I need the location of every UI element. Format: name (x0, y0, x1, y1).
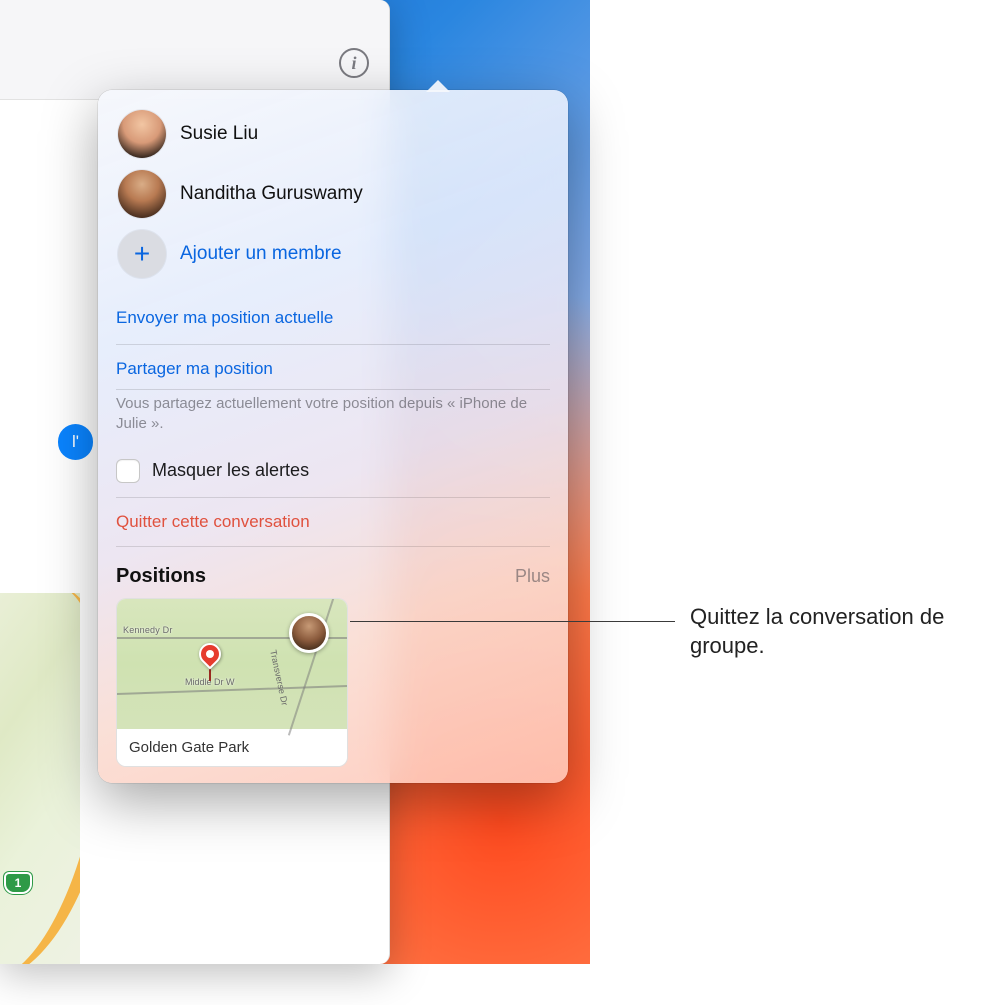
add-member-button[interactable]: + Ajouter un membre (98, 224, 568, 284)
member-row[interactable]: Susie Liu (98, 104, 568, 164)
map-road-label: Transverse Dr (269, 649, 291, 707)
background-map (0, 593, 80, 964)
avatar (118, 170, 166, 218)
callout-text: Quittez la conversation de groupe. (690, 603, 1000, 660)
leave-conversation-button[interactable]: Quitter cette conversation (98, 498, 568, 542)
location-caption: Golden Gate Park (117, 729, 347, 766)
outgoing-message-bubble: l' (58, 424, 93, 460)
positions-title: Positions (116, 565, 206, 588)
add-member-label: Ajouter un membre (180, 243, 342, 265)
info-icon: i (351, 53, 356, 74)
avatar (118, 110, 166, 158)
location-avatar (289, 613, 329, 653)
map-road (0, 593, 80, 964)
map-road-label: Kennedy Dr (123, 625, 173, 635)
member-name: Nanditha Guruswamy (180, 183, 363, 205)
mini-map: Kennedy Dr Middle Dr W Transverse Dr (117, 599, 347, 729)
window-toolbar: i (0, 0, 389, 100)
map-pin-icon (194, 638, 225, 669)
positions-more-button[interactable]: Plus (515, 566, 550, 587)
member-row[interactable]: Nanditha Guruswamy (98, 164, 568, 224)
send-current-location-button[interactable]: Envoyer ma position actuelle (98, 284, 568, 332)
hide-alerts-row[interactable]: Masquer les alertes (98, 445, 568, 493)
callout-leader-line (350, 621, 675, 622)
share-location-button[interactable]: Partager ma position (98, 345, 568, 383)
share-location-note: Vous partagez actuellement votre positio… (98, 390, 568, 445)
location-card[interactable]: Kennedy Dr Middle Dr W Transverse Dr Gol… (116, 598, 348, 767)
details-popover: Susie Liu Nanditha Guruswamy + Ajouter u… (98, 90, 568, 783)
member-name: Susie Liu (180, 123, 258, 145)
hide-alerts-checkbox[interactable] (116, 459, 140, 483)
route-shield-icon: 1 (4, 872, 32, 894)
details-info-button[interactable]: i (339, 48, 369, 78)
positions-header: Positions Plus (98, 547, 568, 598)
hide-alerts-label: Masquer les alertes (152, 460, 309, 481)
plus-icon: + (118, 230, 166, 278)
